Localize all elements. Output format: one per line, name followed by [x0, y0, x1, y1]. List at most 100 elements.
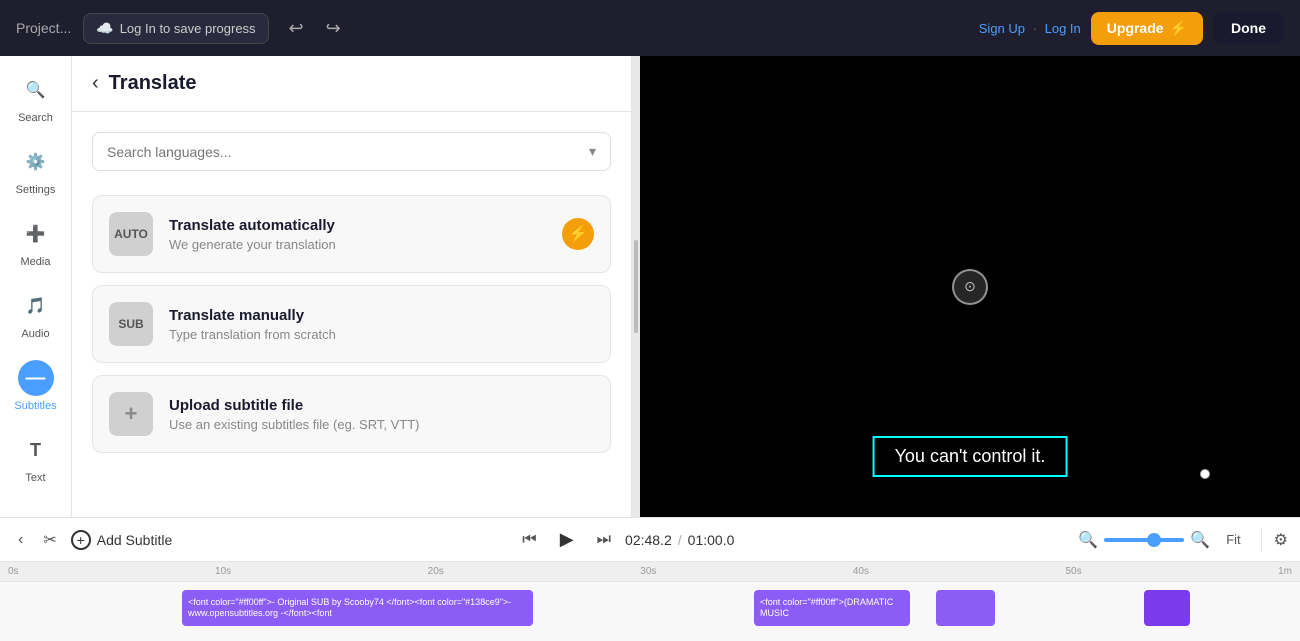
sidebar-icons: 🔍 Search ⚙️ Settings ➕ Media 🎵 Audio — S… [0, 56, 72, 517]
panel-title: Translate [109, 72, 197, 95]
auto-option-title: Translate automatically [169, 217, 562, 234]
timeline-back-button[interactable]: ‹ [12, 527, 29, 553]
login-link[interactable]: Log In [1045, 21, 1081, 36]
sidebar-item-settings[interactable]: ⚙️ Settings [4, 136, 68, 204]
language-search-container[interactable]: ▾ [92, 132, 611, 171]
sidebar-search-label: Search [18, 112, 53, 124]
subtitle-resize-handle[interactable] [1200, 469, 1210, 479]
upload-option-title: Upload subtitle file [169, 397, 594, 414]
upgrade-label: Upgrade [1107, 20, 1164, 36]
undo-redo-controls: ↩ ↪ [281, 14, 349, 43]
sidebar-item-search[interactable]: 🔍 Search [4, 64, 68, 132]
track-2-text: <font color="#ff00ff">(DRAMATIC MUSIC [760, 597, 904, 619]
auto-option-desc: We generate your translation [169, 237, 562, 252]
media-icon: ➕ [18, 216, 54, 252]
add-subtitle-button[interactable]: + Add Subtitle [71, 530, 173, 550]
sidebar-media-label: Media [21, 256, 51, 268]
panel-content: ▾ AUTO Translate automatically We genera… [72, 112, 631, 517]
elements-icon: ◻ [18, 504, 54, 517]
redo-button[interactable]: ↪ [318, 14, 349, 43]
upload-option-desc: Use an existing subtitles file (eg. SRT,… [169, 417, 594, 432]
undo-button[interactable]: ↩ [281, 14, 312, 43]
zoom-controls: 🔍 🔍 [1078, 530, 1210, 550]
translate-upload-option[interactable]: + Upload subtitle file Use an existing s… [92, 375, 611, 453]
ruler-mark-10s: 10s [215, 566, 231, 577]
sidebar-item-text[interactable]: T Text [4, 424, 68, 492]
panel-scrollbar[interactable] [634, 240, 638, 332]
upgrade-button[interactable]: Upgrade ⚡ [1091, 12, 1203, 45]
zoom-slider[interactable] [1104, 538, 1184, 542]
ruler-marks: 0s 10s 20s 30s 40s 50s 1m [8, 566, 1292, 577]
add-subtitle-label: Add Subtitle [97, 532, 173, 548]
timeline-track-2[interactable]: <font color="#ff00ff">(DRAMATIC MUSIC [754, 590, 910, 626]
sidebar-item-audio[interactable]: 🎵 Audio [4, 280, 68, 348]
subtitle-overlay: You can't control it. [873, 436, 1068, 477]
translate-auto-option[interactable]: AUTO Translate automatically We generate… [92, 195, 611, 273]
ruler-mark-0s: 0s [8, 566, 19, 577]
save-progress-button[interactable]: ☁️ Log In to save progress [83, 13, 268, 44]
search-icon: 🔍 [18, 72, 54, 108]
video-area: ⊙ You can't control it. [640, 56, 1300, 517]
project-label: Project... [16, 20, 71, 36]
track-1-text: <font color="#ff00ff">- Original SUB by … [188, 597, 527, 619]
timeline-track-3[interactable] [936, 590, 995, 626]
ruler-mark-20s: 20s [428, 566, 444, 577]
timeline-tracks: <font color="#ff00ff">- Original SUB by … [0, 582, 1300, 641]
sidebar-item-subtitles[interactable]: — Subtitles [4, 352, 68, 420]
time-current: 02:48.2 [625, 532, 672, 548]
bottom-toolbar: ‹ ✂ + Add Subtitle ⏮ ▶ ⏭ 02:48.2 / 01:00… [0, 517, 1300, 561]
add-subtitle-plus-icon: + [71, 530, 91, 550]
signup-link[interactable]: Sign Up [979, 21, 1025, 36]
panel-divider [632, 56, 640, 517]
panel-header: ‹ Translate [72, 56, 631, 112]
ruler-mark-50s: 50s [1065, 566, 1081, 577]
upload-option-text: Upload subtitle file Use an existing sub… [169, 397, 594, 432]
ruler-mark-1m: 1m [1278, 566, 1292, 577]
settings-icon: ⚙️ [18, 144, 54, 180]
time-total: 01:00.0 [688, 532, 735, 548]
zoom-in-button[interactable]: 🔍 [1190, 530, 1210, 550]
time-display: 02:48.2 / 01:00.0 [625, 532, 734, 548]
time-separator: / [678, 532, 682, 548]
auth-links: Sign Up · Log In [979, 21, 1081, 36]
sidebar-settings-label: Settings [16, 184, 56, 196]
upgrade-icon: ⚡ [1170, 20, 1187, 37]
manual-option-text: Translate manually Type translation from… [169, 307, 594, 342]
translate-manual-option[interactable]: SUB Translate manually Type translation … [92, 285, 611, 363]
topbar-left: Project... ☁️ Log In to save progress ↩ … [16, 13, 349, 44]
sidebar-subtitles-label: Subtitles [14, 400, 56, 412]
sidebar-item-media[interactable]: ➕ Media [4, 208, 68, 276]
fit-button[interactable]: Fit [1218, 528, 1248, 551]
language-search-input[interactable] [107, 144, 589, 160]
playback-controls: ⏮ ▶ ⏭ [516, 524, 617, 556]
timeline: 0s 10s 20s 30s 40s 50s 1m <font color="#… [0, 561, 1300, 641]
zoom-out-button[interactable]: 🔍 [1078, 530, 1098, 550]
done-button[interactable]: Done [1213, 12, 1284, 44]
timeline-track-4[interactable] [1144, 590, 1190, 626]
chevron-down-icon: ▾ [589, 143, 596, 160]
rewind-button[interactable]: ⏮ [516, 527, 542, 553]
audio-icon: 🎵 [18, 288, 54, 324]
timeline-settings-button[interactable]: ⚙ [1274, 530, 1288, 550]
video-center-indicator: ⊙ [952, 269, 988, 305]
sidebar-text-label: Text [25, 472, 45, 484]
panel-back-button[interactable]: ‹ [92, 72, 99, 95]
cloud-icon: ☁️ [96, 20, 113, 37]
fast-forward-button[interactable]: ⏭ [591, 527, 617, 553]
topbar-right: Sign Up · Log In Upgrade ⚡ Done [979, 12, 1284, 45]
play-button[interactable]: ▶ [551, 524, 583, 556]
manual-badge: SUB [109, 302, 153, 346]
video-canvas: ⊙ You can't control it. [640, 56, 1300, 517]
manual-option-title: Translate manually [169, 307, 594, 324]
scissors-button[interactable]: ✂ [37, 526, 62, 554]
timeline-ruler: 0s 10s 20s 30s 40s 50s 1m [0, 562, 1300, 582]
auth-dot: · [1033, 21, 1037, 36]
ruler-mark-40s: 40s [853, 566, 869, 577]
sidebar-item-elements[interactable]: ◻ Elements [4, 496, 68, 517]
ruler-mark-30s: 30s [640, 566, 656, 577]
timeline-track-1[interactable]: <font color="#ff00ff">- Original SUB by … [182, 590, 533, 626]
auto-badge: AUTO [109, 212, 153, 256]
toolbar-divider [1261, 528, 1262, 552]
upgrade-badge-icon: ⚡ [562, 218, 594, 250]
topbar: Project... ☁️ Log In to save progress ↩ … [0, 0, 1300, 56]
